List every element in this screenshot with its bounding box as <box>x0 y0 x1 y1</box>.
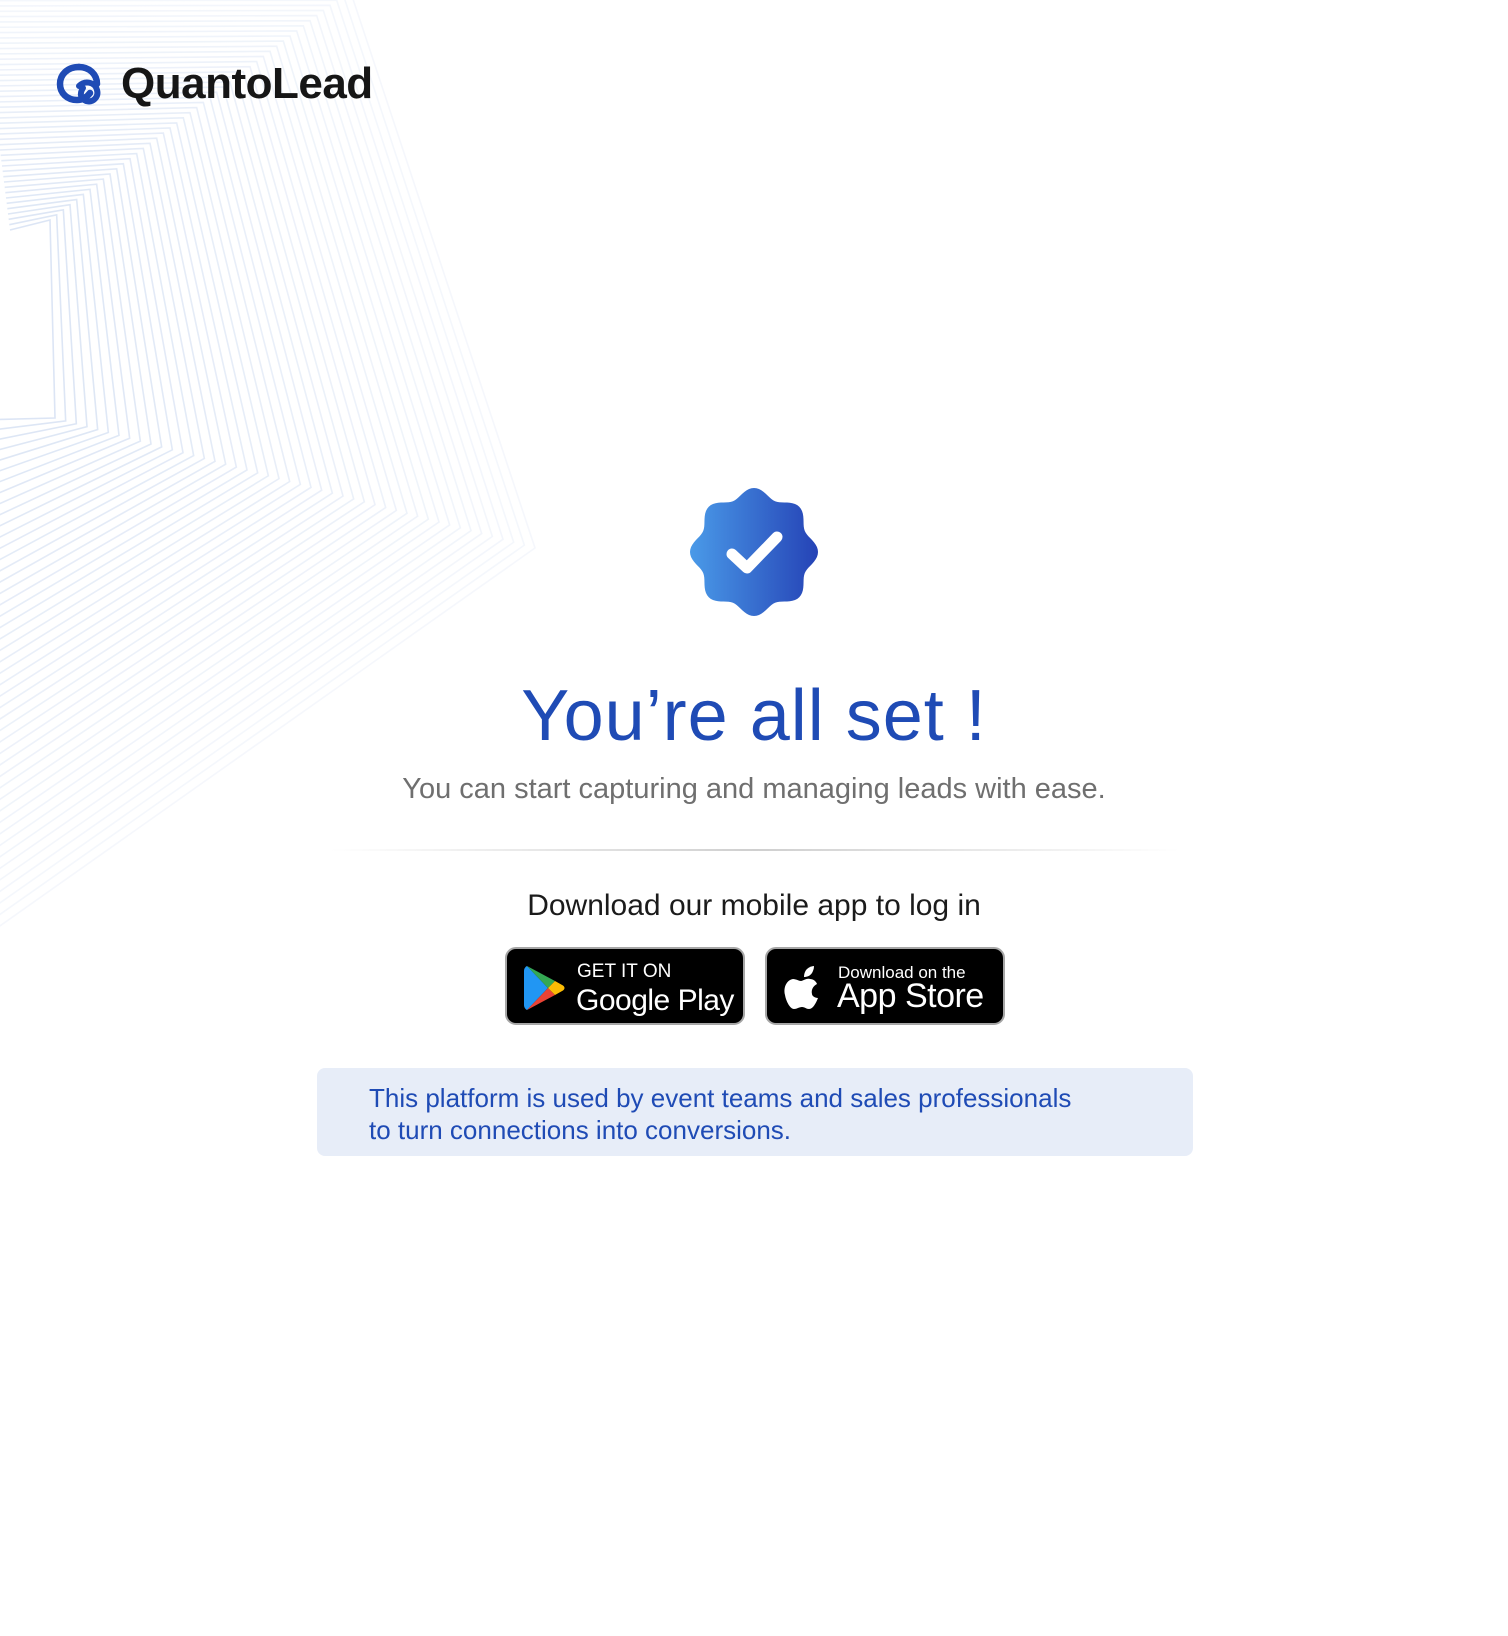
background-line <box>0 188 120 483</box>
apple-icon <box>784 966 818 1009</box>
divider <box>330 849 1180 851</box>
background-line <box>0 9 494 881</box>
download-heading: Download our mobile app to log in <box>527 889 981 922</box>
background-line <box>0 168 163 527</box>
background-line <box>0 65 376 755</box>
background-line <box>0 173 152 516</box>
background-line <box>0 91 323 698</box>
background-line <box>0 111 280 652</box>
page-title: You’re all set ! <box>521 676 987 756</box>
google-play-small-label: GET IT ON <box>577 961 672 982</box>
background-line <box>0 203 88 451</box>
background-line <box>0 81 344 720</box>
background-line <box>0 147 206 572</box>
background-line <box>0 127 248 618</box>
info-banner: This platform is used by event teams and… <box>317 1068 1193 1156</box>
google-play-icon <box>524 966 565 1010</box>
background-line <box>0 106 291 663</box>
background-line <box>0 183 131 494</box>
background-line <box>0 122 259 629</box>
background-line <box>0 132 238 606</box>
background-line <box>0 193 110 472</box>
background-pattern <box>0 0 536 927</box>
background-line <box>0 218 56 421</box>
background-line <box>0 213 67 430</box>
app-store-big-label: App Store <box>837 977 984 1015</box>
brand-logo[interactable]: QuantoLead <box>55 62 373 106</box>
background-line <box>0 101 302 675</box>
background-line <box>0 70 366 743</box>
background-line <box>0 152 195 561</box>
background-line <box>0 178 142 505</box>
brand-name: QuantoLead <box>121 59 373 108</box>
background-line <box>0 76 355 732</box>
background-line <box>0 96 312 686</box>
info-line-1: This platform is used by event teams and… <box>369 1083 1072 1113</box>
background-line <box>0 137 227 595</box>
background-line <box>0 198 99 461</box>
info-line-2: to turn connections into conversions. <box>369 1115 792 1145</box>
page-subtitle: You can start capturing and managing lea… <box>402 773 1106 805</box>
quantolead-q-icon <box>56 63 101 105</box>
app-store-button[interactable]: Download on the App Store <box>765 947 1005 1025</box>
verified-check-badge-icon <box>690 488 818 616</box>
background-line <box>0 86 334 709</box>
background-line <box>0 208 78 440</box>
background-line <box>0 142 216 584</box>
background-line <box>0 116 270 640</box>
background-line <box>0 157 184 550</box>
background-line <box>0 162 174 538</box>
google-play-big-label: Google Play <box>576 984 734 1017</box>
google-play-button[interactable]: GET IT ON Google Play <box>505 947 745 1025</box>
